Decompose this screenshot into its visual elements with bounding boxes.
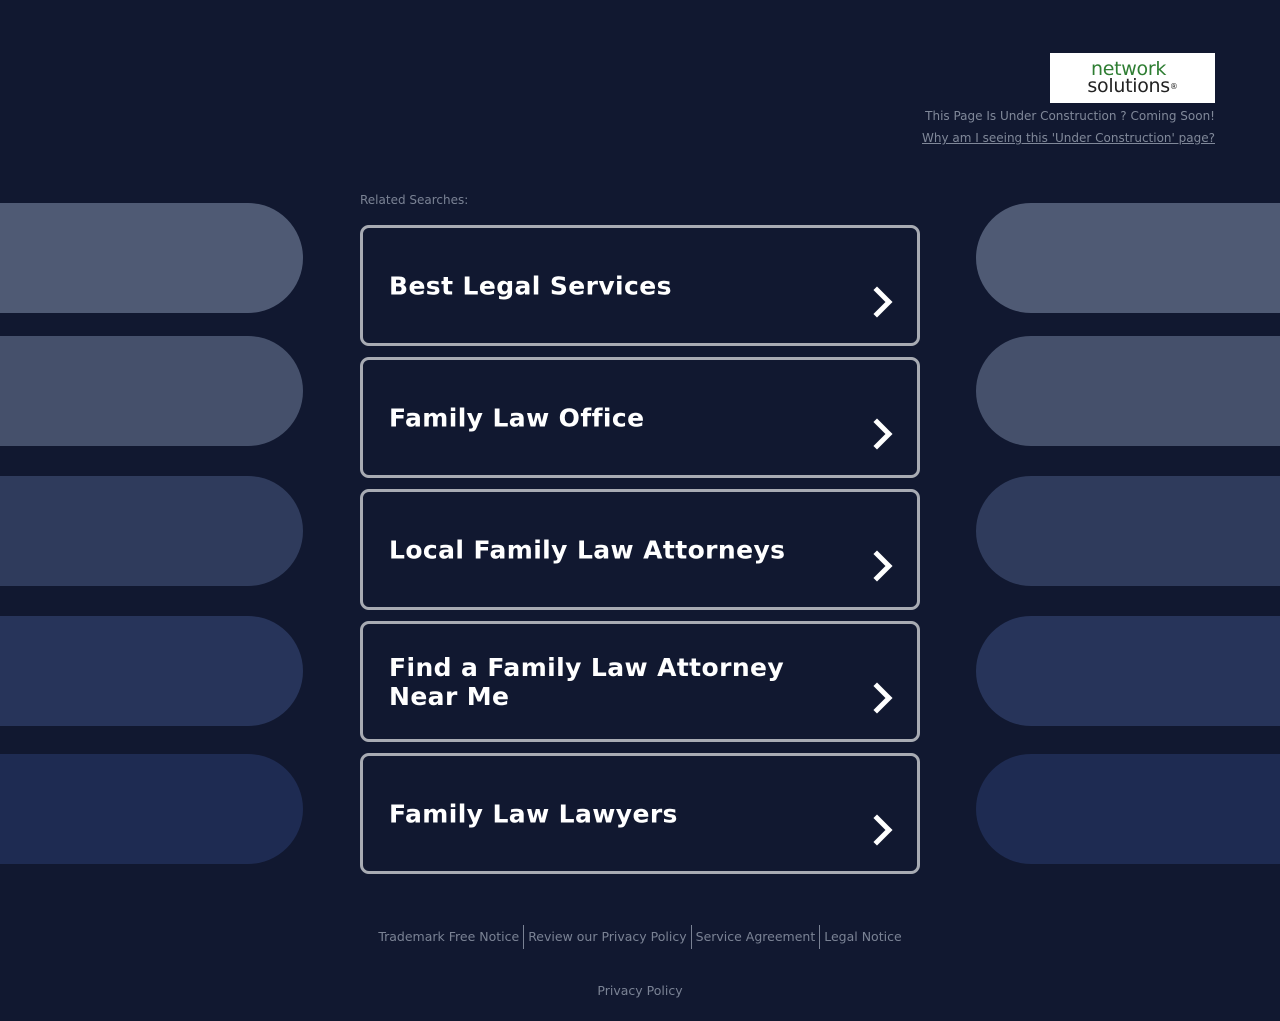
decorative-pill-right-2 [976,336,1280,446]
logo-solutions-text: solutions [1087,75,1170,97]
network-solutions-logo: network solutions® [1050,53,1215,103]
footer-links: Trademark Free Notice Review our Privacy… [0,924,1280,949]
decorative-pill-right-1 [976,203,1280,313]
decorative-pill-right-5 [976,754,1280,864]
decorative-pill-left-4 [0,616,303,726]
logo-registered-mark: ® [1169,82,1178,91]
footer-link-privacy-policy-review[interactable]: Review our Privacy Policy [525,924,689,949]
chevron-right-icon [873,550,893,582]
footer-link-trademark-free-notice[interactable]: Trademark Free Notice [375,924,522,949]
related-search-local-family-law-attorneys[interactable]: Local Family Law Attorneys [360,489,920,610]
decorative-pill-left-5 [0,754,303,864]
decorative-pill-left-3 [0,476,303,586]
footer-divider [819,924,821,949]
related-search-label: Family Law Office [389,403,645,432]
under-construction-text: This Page Is Under Construction ? Coming… [925,109,1215,123]
related-search-label: Best Legal Services [389,271,672,300]
decorative-pill-right-4 [976,616,1280,726]
related-search-label: Family Law Lawyers [389,799,678,828]
related-search-family-law-lawyers[interactable]: Family Law Lawyers [360,753,920,874]
related-search-best-legal-services[interactable]: Best Legal Services [360,225,920,346]
decorative-pill-left-1 [0,203,303,313]
footer-divider [523,924,525,949]
chevron-right-icon [873,814,893,846]
privacy-policy-link[interactable]: Privacy Policy [0,983,1280,998]
related-search-label: Find a Family Law Attorney Near Me [389,652,785,711]
decorative-pill-right-3 [976,476,1280,586]
related-search-family-law-office[interactable]: Family Law Office [360,357,920,478]
footer-link-legal-notice[interactable]: Legal Notice [821,924,904,949]
page: network solutions® This Page Is Under Co… [0,0,1280,1021]
chevron-right-icon [873,418,893,450]
related-search-find-family-law-attorney-near-me[interactable]: Find a Family Law Attorney Near Me [360,621,920,742]
related-searches-heading: Related Searches: [360,193,469,207]
footer-link-service-agreement[interactable]: Service Agreement [693,924,819,949]
chevron-right-icon [873,682,893,714]
logo-line-solutions: solutions® [1087,75,1178,97]
related-search-label: Local Family Law Attorneys [389,535,786,564]
decorative-pill-left-2 [0,336,303,446]
why-under-construction-link[interactable]: Why am I seeing this 'Under Construction… [922,131,1215,145]
chevron-right-icon [873,286,893,318]
footer-divider [690,924,692,949]
